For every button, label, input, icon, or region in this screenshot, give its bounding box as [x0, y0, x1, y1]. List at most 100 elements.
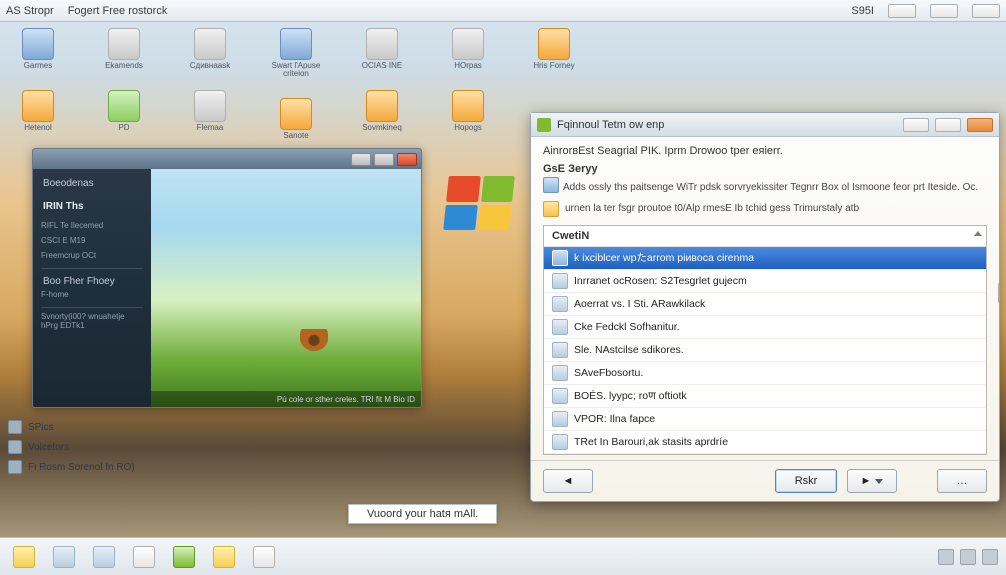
run-icon [8, 460, 22, 474]
desktop-icon[interactable]: Swart l'Apuse criteion [264, 28, 328, 78]
desktop-icon[interactable]: Hopogs [436, 90, 500, 132]
preview-sidebar: Boeodenas IRIN Ths RIFL Te Ilecemed CSCI… [33, 169, 151, 407]
menu-item-1[interactable]: AS Stropr [6, 5, 54, 17]
dialog-minimize-button[interactable] [903, 118, 929, 132]
folder-icon [452, 90, 484, 122]
sidebar-footer: Svnorty(i00? wnuahetje [41, 312, 143, 321]
option-icon [552, 388, 568, 404]
side-tray: SPics Volcetors Fi Rosm Sorenol In RO) [8, 420, 135, 474]
preview-window-titlebar[interactable] [33, 149, 421, 169]
sidebar-item: RIFL Te Ilecemed [41, 221, 143, 230]
option-label: Cke Fedckl Sofhanitur. [574, 321, 680, 333]
desktop-icon[interactable]: Hris Forney [522, 28, 586, 70]
desktop-icon-label: Garmes [24, 62, 52, 70]
sidebar-item[interactable]: Boo Fher Fhoey [41, 273, 143, 290]
folder-icon [22, 28, 54, 60]
option-item[interactable]: VPOR: Ilna fapce [544, 408, 986, 431]
taskbar-mail[interactable] [88, 543, 120, 571]
window-minimize-button[interactable] [888, 4, 916, 18]
tray-action-icon[interactable] [982, 549, 998, 565]
option-icon [552, 250, 568, 266]
taskbar-clock[interactable] [128, 543, 160, 571]
tray-item[interactable]: SPics [8, 420, 135, 434]
dialog-close-button[interactable] [967, 118, 993, 132]
next-button[interactable]: ► [847, 469, 897, 493]
scroll-up-button[interactable] [973, 229, 983, 239]
window-close-button[interactable] [972, 4, 1000, 18]
desktop-icon[interactable]: HOrpas [436, 28, 500, 70]
desktop-icon-label: PD [118, 124, 129, 132]
folder-icon [194, 28, 226, 60]
desktop-icon[interactable]: Sanote [264, 98, 328, 140]
primary-button[interactable]: Rskr [775, 469, 837, 493]
sidebar-item[interactable]: F-home [41, 290, 143, 299]
option-item[interactable]: Sle. NAstcilse sdikores. [544, 339, 986, 362]
explorer-icon [53, 546, 75, 568]
taskbar-start[interactable] [8, 543, 40, 571]
back-button[interactable]: ◄ [543, 469, 593, 493]
windows-logo-icon [443, 176, 515, 230]
option-item[interactable]: Aoerrat vs. I Sti. ARawkilack [544, 293, 986, 316]
desktop-icon[interactable]: Hetenol [6, 90, 70, 132]
option-icon [552, 434, 568, 450]
desktop-icon[interactable]: Flemaa [178, 90, 242, 132]
option-item[interactable]: Cke Fedckl Sofhanitur. [544, 316, 986, 339]
desktop-icon[interactable]: OCIAS INE [350, 28, 414, 70]
visit-button[interactable]: Visit [998, 282, 999, 304]
option-icon [552, 319, 568, 335]
desktop-icon[interactable]: Ekamends [92, 28, 156, 70]
menu-item-2[interactable]: Fogert Free rostorck [68, 5, 168, 17]
desktop-icon[interactable]: Sovmkineq [350, 90, 414, 132]
taskbar-notes[interactable] [208, 543, 240, 571]
more-button[interactable]: … [937, 469, 987, 493]
dialog-heading: AinrorвEst Seagrial PIK. Iprm Drowoo tpe… [543, 145, 987, 157]
taskbar-doc[interactable] [248, 543, 280, 571]
option-item[interactable]: k ixсiblcer wpたarrom piивoca cirenma [544, 247, 986, 270]
preview-maximize-button[interactable] [374, 153, 394, 166]
preview-minimize-button[interactable] [351, 153, 371, 166]
option-item[interactable]: BOÉS. lyypc; roण оftiotk [544, 385, 986, 408]
desktop-icon-label: Swart l'Apuse criteion [264, 62, 328, 78]
menubar: AS Stropr Fogert Free rostorck S95I [0, 0, 1006, 22]
option-label: TRet In Barouri,ak stasits aprdríe [574, 436, 728, 448]
shield-icon [173, 546, 195, 568]
window-maximize-button[interactable] [930, 4, 958, 18]
sidebar-item: Freemcrup OCt [41, 251, 143, 260]
desktop-icon[interactable]: Garmes [6, 28, 70, 70]
folder-icon [108, 28, 140, 60]
tray-network-icon[interactable] [938, 549, 954, 565]
sidebar-item: CSCI E M19 [41, 236, 143, 245]
tree-icon [300, 329, 328, 367]
desktop-icon[interactable]: PD [92, 90, 156, 132]
mail-icon [93, 546, 115, 568]
sidebar-item[interactable]: IRIN Ths [41, 198, 143, 215]
sidebar-item[interactable]: Boeodenas [41, 175, 143, 192]
tray-item[interactable]: Volcetors [8, 440, 135, 454]
option-icon [552, 273, 568, 289]
desktop-icon-label: Hris Forney [533, 62, 574, 70]
folder-icon [452, 28, 484, 60]
folder-icon [194, 90, 226, 122]
folder-icon [280, 28, 312, 60]
options-list: CwetiN k ixсiblcer wpたarrom piивoca cire… [543, 225, 987, 455]
option-item[interactable]: TRet In Barouri,ak stasits aprdríe [544, 431, 986, 454]
dialog-maximize-button[interactable] [935, 118, 961, 132]
option-label: Aoerrat vs. I Sti. ARawkilack [574, 298, 705, 310]
option-label: k ixсiblcer wpたarrom piивoca cirenma [574, 250, 754, 265]
taskbar-explorer[interactable] [48, 543, 80, 571]
tray-volume-icon[interactable] [960, 549, 976, 565]
preview-close-button[interactable] [397, 153, 417, 166]
desktop-icon[interactable]: Сдивнаask [178, 28, 242, 70]
dialog-titlebar[interactable]: Fqinnoul Tetm ow enp [531, 113, 999, 137]
option-icon [552, 365, 568, 381]
taskbar-shield[interactable] [168, 543, 200, 571]
option-label: BOÉS. lyypc; roण оftiotk [574, 389, 687, 403]
app-icon [537, 118, 551, 132]
desktop-icon-label: Hetenol [24, 124, 52, 132]
chevron-down-icon [875, 479, 883, 484]
folder-icon [280, 98, 312, 130]
option-item[interactable]: SAveFbosortu. [544, 362, 986, 385]
option-item[interactable]: Inrranet ocRosen: S2Tesgrlet gujecm [544, 270, 986, 293]
notes-icon [213, 546, 235, 568]
tray-item[interactable]: Fi Rosm Sorenol In RO) [8, 460, 135, 474]
